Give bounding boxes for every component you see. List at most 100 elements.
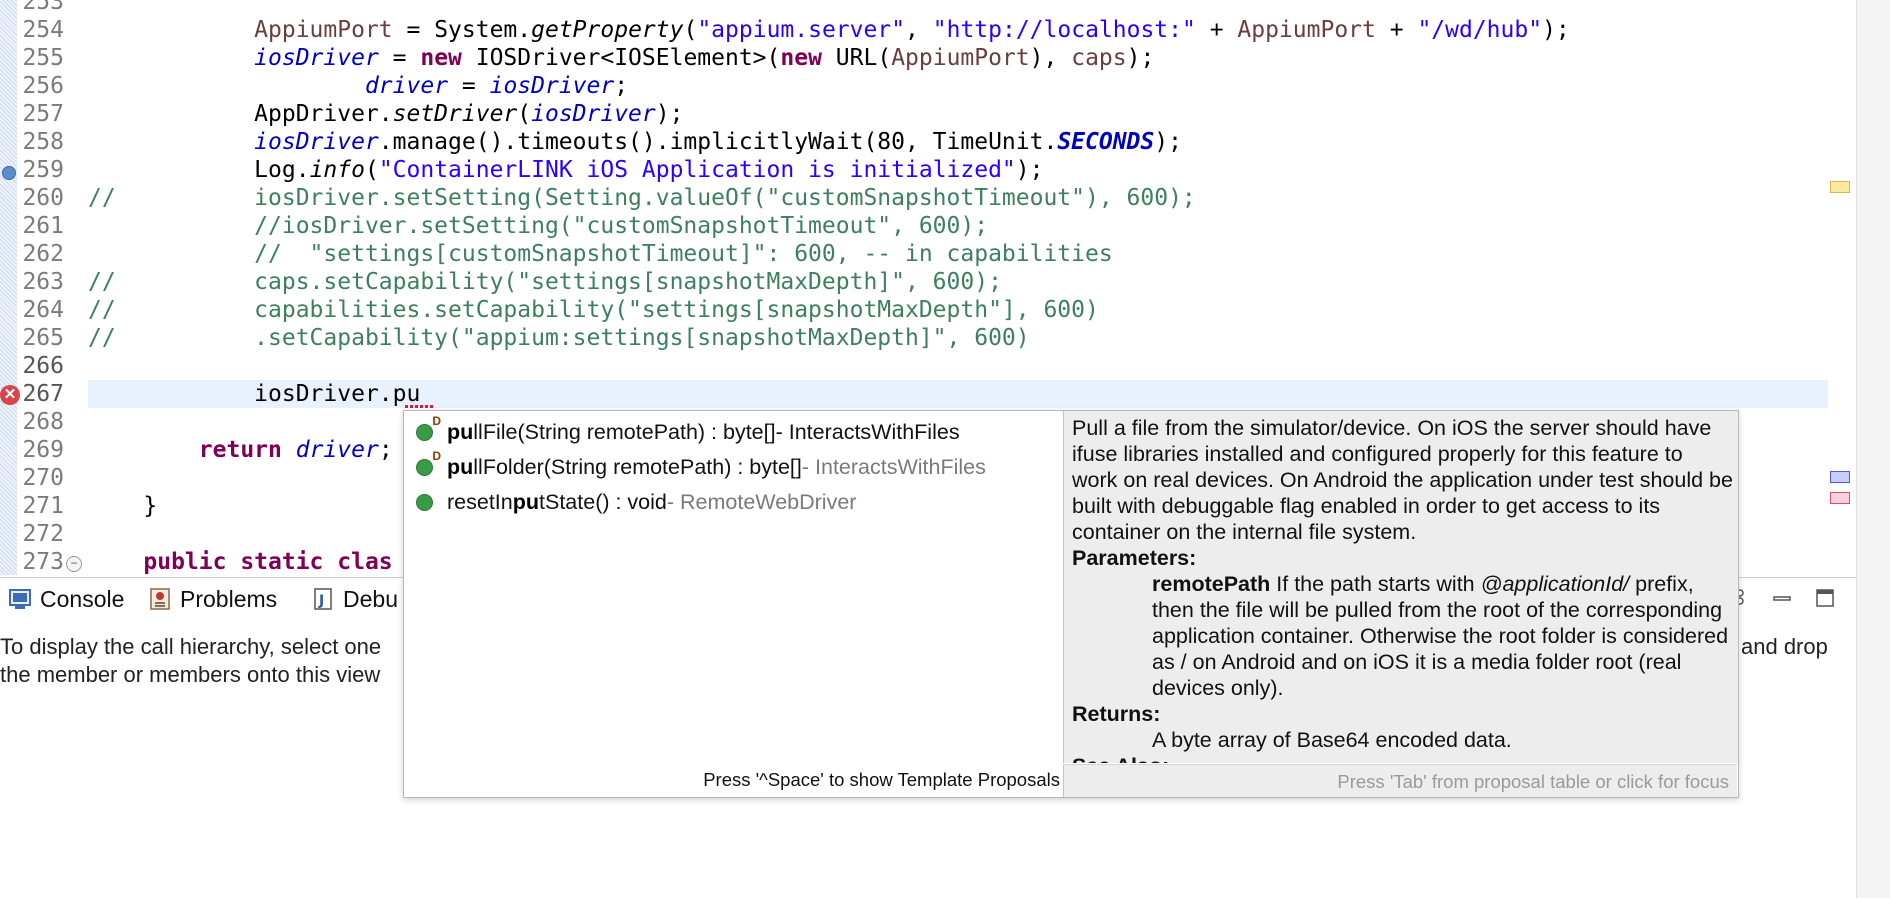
code-token: ,: [905, 17, 933, 43]
error-icon[interactable]: ✕: [0, 385, 20, 405]
line-number: 255: [22, 45, 64, 71]
content-assist-popup[interactable]: Dpu llFile(String remotePath) : byte[] - …: [403, 410, 1739, 798]
proposal-signature: llFile(String remotePath) : byte[]: [473, 419, 776, 444]
proposal-owner: - RemoteWebDriver: [666, 489, 857, 514]
code-line[interactable]: public static clas: [88, 548, 392, 575]
template-proposals-hint: Press '^Space' to show Template Proposal…: [703, 769, 1060, 790]
code-line[interactable]: Log.info("ContainerLINK iOS Application …: [88, 156, 1044, 184]
overview-occurrence-marker[interactable]: [1830, 471, 1850, 483]
default-method-badge: D: [432, 448, 441, 463]
line-number: 261: [22, 213, 64, 239]
proposal-item[interactable]: Dpu llFolder(String remotePath) : byte[] …: [416, 448, 986, 484]
maximize-icon[interactable]: [1815, 588, 1835, 608]
code-line[interactable]: // .setCapability("appium:settings[snaps…: [88, 324, 1030, 352]
line-number: 266: [22, 353, 64, 379]
vertical-ruler: [0, 0, 17, 575]
message-line-1-end: and drop: [1741, 634, 1828, 659]
code-token: driver: [364, 73, 449, 99]
fold-collapse-icon[interactable]: −: [66, 556, 82, 572]
code-line[interactable]: iosDriver = new IOSDriver<IOSElement>(ne…: [88, 44, 1154, 72]
code-token: iosDriver: [254, 45, 379, 71]
code-line[interactable]: iosDriver.pu: [88, 380, 420, 408]
doc-param: remotePath If the path starts with @appl…: [1072, 571, 1734, 701]
tab-console[interactable]: Console: [8, 584, 124, 614]
minimize-icon[interactable]: [1772, 588, 1792, 608]
code-line[interactable]: AppDriver.setDriver(iosDriver);: [88, 100, 683, 128]
code-token: (: [517, 101, 532, 127]
code-line[interactable]: }: [88, 492, 157, 520]
code-token: "http://localhost:": [932, 17, 1196, 43]
problems-icon: [148, 587, 172, 611]
doc-summary: Pull a file from the simulator/device. O…: [1072, 416, 1733, 544]
code-line[interactable]: iosDriver.manage().timeouts().implicitly…: [88, 128, 1182, 156]
line-number: 253: [22, 0, 64, 15]
code-line[interactable]: // caps.setCapability("settings[snapshot…: [88, 268, 1002, 296]
code-line[interactable]: //iosDriver.setSetting("customSnapshotTi…: [88, 212, 988, 240]
public-method-icon: [416, 493, 433, 511]
proposal-list[interactable]: Dpu llFile(String remotePath) : byte[] - …: [404, 411, 1062, 797]
code-line[interactable]: // capabilities.setCapability("settings[…: [88, 296, 1099, 324]
breakpoint-icon[interactable]: [2, 166, 16, 180]
code-token: );: [1154, 129, 1182, 155]
code-line[interactable]: driver = iosDriver;: [88, 72, 628, 100]
overview-error-marker[interactable]: [1830, 492, 1850, 504]
proposal-signature: llFolder(String remotePath) : byte[]: [473, 454, 802, 479]
code-line[interactable]: return driver;: [88, 436, 393, 464]
code-token: iosDriver: [489, 73, 615, 99]
proposal-item[interactable]: Dpu llFile(String remotePath) : byte[] - …: [416, 413, 960, 449]
code-token: AppiumPort: [1237, 17, 1376, 43]
code-token: iosDriver: [254, 129, 379, 155]
line-number: 271: [22, 493, 64, 519]
code-token: =: [378, 45, 421, 71]
code-token: ;: [378, 437, 393, 463]
call-hierarchy-message: To display the call hierarchy, select on…: [0, 633, 381, 689]
code-token: );: [1542, 17, 1570, 43]
tab-debug-label: Debu: [343, 585, 398, 612]
proposal-item[interactable]: resetIn pu tState() : void - RemoteWebDriv…: [416, 485, 856, 519]
code-token: );: [655, 101, 684, 127]
code-token: .manage().timeouts().implicitlyWait(80, …: [378, 129, 1058, 155]
code-token: "ContainerLINK iOS Application is initia…: [378, 157, 1016, 183]
code-token: }: [88, 493, 158, 519]
line-number: 260: [22, 185, 64, 211]
code-token: // .setCapability("appium:settings[snaps…: [88, 325, 1030, 351]
doc-param-name: remotePath: [1152, 572, 1271, 596]
line-number: 268: [22, 409, 64, 435]
code-token: URL(: [821, 45, 892, 71]
line-number: 269: [22, 437, 64, 463]
code-token: "appium.server": [697, 17, 906, 43]
code-token: Log.: [88, 157, 310, 183]
proposal-owner: - InteractsWithFiles: [775, 419, 960, 444]
proposal-match: pu: [512, 489, 540, 514]
code-token: IOSDriver<IOSElement>(: [461, 45, 781, 71]
code-token: new: [780, 45, 822, 71]
code-token: AppiumPort: [254, 17, 393, 43]
console-icon: [8, 587, 32, 611]
default-method-badge: D: [432, 413, 441, 428]
line-number: 263: [22, 269, 64, 295]
code-token: =: [448, 73, 490, 99]
message-line-1: To display the call hierarchy, select on…: [0, 634, 382, 659]
code-token: (: [683, 17, 698, 43]
code-token: );: [1015, 157, 1044, 183]
code-token: ),: [1029, 45, 1072, 71]
javadoc-hover[interactable]: Pull a file from the simulator/device. O…: [1063, 411, 1738, 763]
code-line[interactable]: // iosDriver.setSetting(Setting.valueOf(…: [88, 184, 1196, 212]
tab-problems-label: Problems: [180, 585, 278, 612]
code-token: +: [1375, 17, 1418, 43]
overview-warning-marker[interactable]: [1830, 181, 1850, 193]
code-token: (: [364, 157, 379, 183]
code-token: AppDriver.: [88, 101, 393, 127]
code-token: // caps.setCapability("settings[snapshot…: [88, 269, 1002, 295]
code-line[interactable]: // "settings[customSnapshotTimeout]": 60…: [88, 240, 1113, 268]
tab-problems[interactable]: Problems: [148, 584, 277, 614]
code-token: setDriver: [392, 101, 518, 127]
svg-text:J: J: [318, 593, 324, 609]
code-line[interactable]: AppiumPort = System.getProperty("appium.…: [88, 16, 1570, 44]
code-token: ;: [614, 73, 629, 99]
tab-debug[interactable]: J Debu: [311, 584, 398, 614]
code-token: info: [309, 157, 365, 183]
